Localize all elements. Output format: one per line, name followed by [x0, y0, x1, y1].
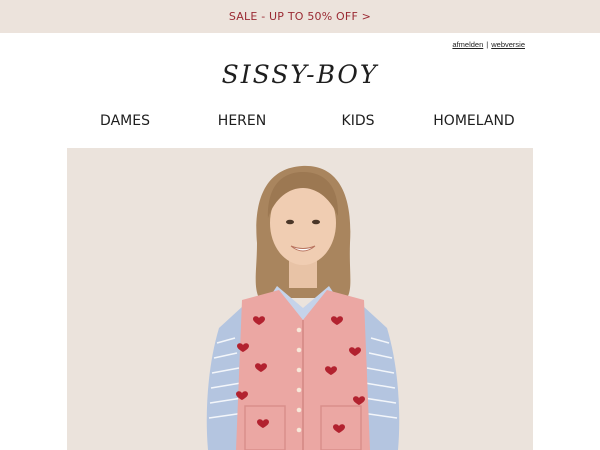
utility-links: afmelden | webversie	[452, 40, 525, 49]
utility-separator: |	[486, 40, 489, 49]
nav-item-dames[interactable]: DAMES	[100, 113, 150, 129]
sale-link[interactable]: SALE - UP TO 50% OFF >	[229, 10, 371, 23]
promo-banner: SALE - UP TO 50% OFF >	[0, 0, 600, 33]
hero-image[interactable]	[67, 148, 533, 450]
brand-logo[interactable]: SISSY-BOY	[0, 60, 600, 89]
unsubscribe-link[interactable]: afmelden	[452, 40, 483, 49]
nav-item-heren[interactable]: HEREN	[218, 113, 266, 129]
web-version-link[interactable]: webversie	[491, 40, 525, 49]
hero-illustration	[67, 148, 533, 450]
nav-item-homeland[interactable]: HOMELAND	[433, 113, 514, 129]
nav-item-kids[interactable]: KIDS	[342, 113, 375, 129]
main-nav: DAMES HEREN KIDS HOMELAND	[67, 113, 533, 133]
